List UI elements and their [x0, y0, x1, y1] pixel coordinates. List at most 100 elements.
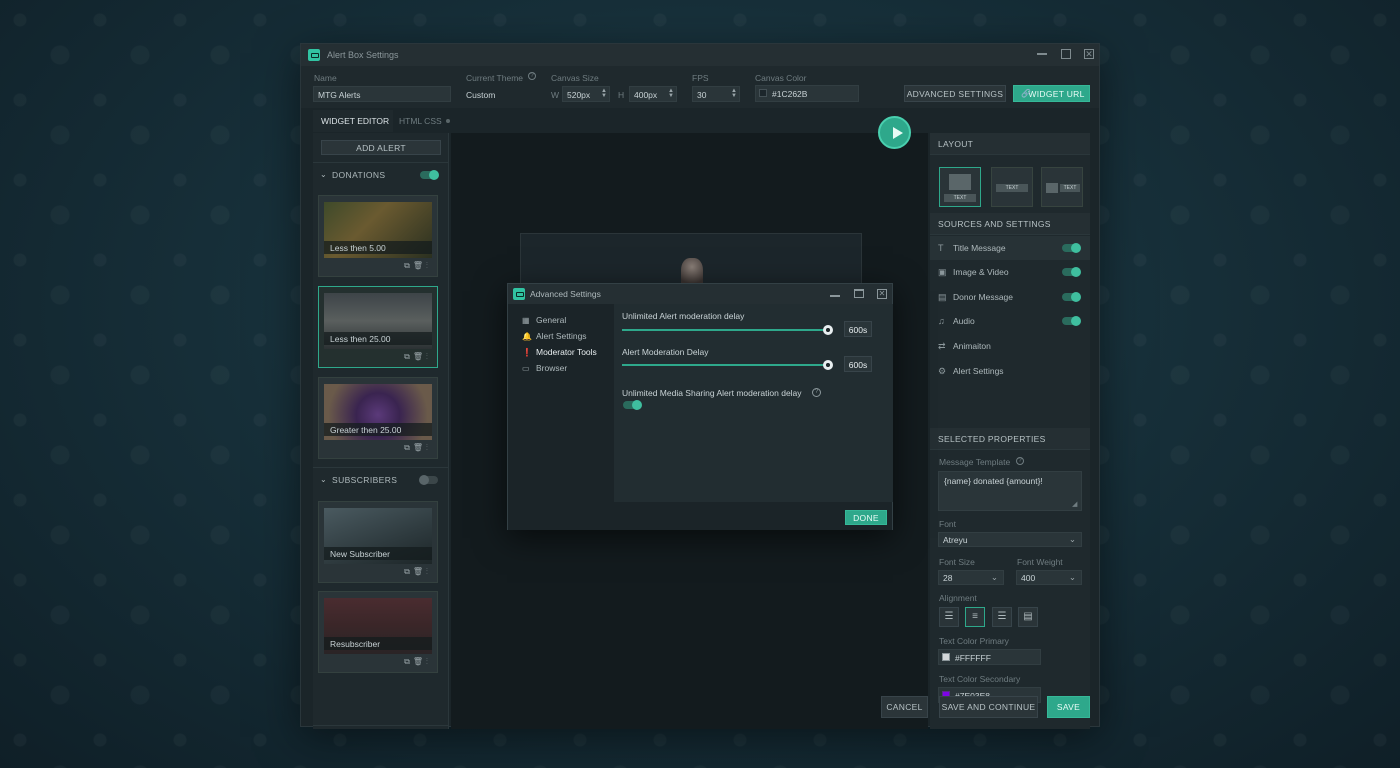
- alert-caption: Resubscriber: [324, 637, 432, 650]
- cancel-button[interactable]: CANCEL: [881, 696, 928, 718]
- play-button[interactable]: [878, 116, 911, 149]
- source-image-video[interactable]: ▣ Image & Video: [930, 260, 1090, 284]
- name-input[interactable]: MTG Alerts: [313, 86, 451, 102]
- widget-url-button[interactable]: 🔗 WIDGET URL: [1013, 85, 1090, 102]
- font-value: Atreyu: [943, 535, 968, 545]
- more-icon[interactable]: ⋮: [426, 352, 431, 361]
- alert-card[interactable]: Less then 5.00 ⧉🗑⋮: [318, 195, 438, 277]
- more-icon[interactable]: ⋮: [426, 261, 431, 270]
- height-stepper-icon[interactable]: ▲ ▼: [668, 88, 674, 99]
- duplicate-icon[interactable]: ⧉: [404, 443, 413, 452]
- setting1-slider-thumb[interactable]: [823, 325, 833, 335]
- nav-alert-settings[interactable]: 🔔 Alert Settings: [522, 331, 587, 341]
- trash-icon[interactable]: 🗑: [413, 352, 426, 361]
- minimize-icon[interactable]: [1037, 53, 1047, 55]
- duplicate-icon[interactable]: ⧉: [404, 261, 413, 270]
- help-icon[interactable]: ?: [812, 388, 821, 397]
- layout-option-text-only[interactable]: TEXT: [991, 167, 1033, 207]
- layout-option-image-top[interactable]: TEXT: [939, 167, 981, 207]
- subscribers-toggle[interactable]: [419, 475, 438, 485]
- fps-stepper-icon[interactable]: ▲ ▼: [731, 88, 737, 99]
- trash-icon[interactable]: 🗑: [413, 443, 426, 452]
- layout-option-image-left[interactable]: TEXT: [1041, 167, 1083, 207]
- align-center-icon[interactable]: ≡: [965, 607, 985, 627]
- setting1-slider-track[interactable]: [622, 329, 829, 331]
- alert-card[interactable]: Greater then 25.00 ⧉🗑⋮: [318, 377, 438, 459]
- source-label: Alert Settings: [953, 366, 1004, 376]
- color-swatch-primary[interactable]: [942, 653, 950, 661]
- trash-icon[interactable]: 🗑: [413, 567, 426, 576]
- source-alert-settings[interactable]: ⚙ Alert Settings: [930, 359, 1090, 383]
- maximize-icon[interactable]: [1061, 49, 1071, 59]
- message-template-textarea[interactable]: {name} donated {amount}!: [938, 471, 1082, 511]
- done-button[interactable]: DONE: [845, 510, 887, 525]
- link-icon: 🔗: [1021, 89, 1032, 98]
- advanced-settings-button[interactable]: ADVANCED SETTINGS: [904, 85, 1006, 102]
- duplicate-icon[interactable]: ⧉: [404, 657, 413, 666]
- font-size-select[interactable]: 28 ⌄: [938, 570, 1004, 585]
- duplicate-icon[interactable]: ⧉: [404, 352, 413, 361]
- source-toggle[interactable]: [1062, 243, 1081, 253]
- tab-widget-editor[interactable]: WIDGET EDITOR: [313, 110, 393, 132]
- alert-card[interactable]: Resubscriber ⧉🗑⋮: [318, 591, 438, 673]
- chevron-down-icon: ⌄: [1068, 572, 1076, 582]
- font-weight-select[interactable]: 400 ⌄: [1016, 570, 1082, 585]
- setting3-toggle[interactable]: [623, 400, 642, 410]
- setting1-value[interactable]: 600s: [844, 321, 872, 337]
- source-toggle[interactable]: [1062, 316, 1081, 326]
- moderator-tools-panel: Unlimited Alert moderation delay 600s Al…: [614, 304, 893, 502]
- nav-label: Browser: [536, 363, 568, 373]
- trash-icon[interactable]: 🗑: [413, 657, 426, 666]
- donations-toggle[interactable]: [420, 170, 439, 180]
- setting2-slider-thumb[interactable]: [823, 360, 833, 370]
- nav-moderator-tools[interactable]: ❗ Moderator Tools: [522, 347, 597, 357]
- source-donor-message[interactable]: ▤ Donor Message: [930, 285, 1090, 309]
- canvas-size-label: Canvas Size: [551, 73, 599, 83]
- setting2-value[interactable]: 600s: [844, 356, 872, 372]
- more-icon[interactable]: ⋮: [426, 657, 431, 666]
- canvas-color-input[interactable]: #1C262B: [755, 85, 859, 102]
- save-and-continue-button[interactable]: SAVE AND CONTINUE: [939, 696, 1038, 718]
- text-color-primary-input[interactable]: #FFFFFF: [938, 649, 1041, 665]
- more-icon[interactable]: ⋮: [426, 567, 431, 576]
- setting2-slider-track[interactable]: [622, 364, 829, 366]
- nav-general[interactable]: ▦ General: [522, 315, 566, 325]
- source-title-message[interactable]: T Title Message: [930, 236, 1090, 260]
- modal-titlebar: Advanced Settings ✕: [508, 284, 892, 304]
- minimize-icon[interactable]: [830, 295, 840, 297]
- help-icon[interactable]: ?: [1016, 457, 1024, 465]
- nav-label: General: [536, 315, 567, 325]
- app-logo-icon: [513, 288, 525, 300]
- align-right-icon[interactable]: ☰: [992, 607, 1012, 627]
- help-icon[interactable]: ?: [528, 72, 536, 80]
- trash-icon[interactable]: 🗑: [413, 261, 426, 270]
- layout-heading: LAYOUT: [930, 133, 1090, 155]
- settings-toprow: Name MTG Alerts Current Theme ? Custom C…: [301, 66, 1099, 108]
- duplicate-icon[interactable]: ⧉: [404, 567, 413, 576]
- nav-browser[interactable]: ▭ Browser: [522, 363, 567, 373]
- source-animation[interactable]: ⇄ Animaiton: [930, 334, 1090, 358]
- alert-card-selected[interactable]: Less then 25.00 ⧉🗑⋮: [318, 286, 438, 368]
- close-icon[interactable]: ✕: [877, 289, 887, 299]
- divider: [313, 467, 449, 468]
- align-left-icon[interactable]: ☰: [939, 607, 959, 627]
- width-stepper-icon[interactable]: ▲ ▼: [601, 88, 607, 99]
- theme-value[interactable]: Custom: [466, 90, 495, 100]
- canvas-color-swatch[interactable]: [759, 89, 767, 97]
- chevron-down-icon[interactable]: ⌄: [320, 170, 327, 179]
- source-toggle[interactable]: [1062, 292, 1081, 302]
- close-icon[interactable]: ✕: [1084, 49, 1094, 59]
- add-alert-button[interactable]: ADD ALERT: [321, 140, 441, 155]
- more-icon[interactable]: ⋮: [426, 443, 431, 452]
- chevron-down-icon[interactable]: ⌄: [320, 475, 327, 484]
- tab-html-css[interactable]: HTML CSS: [399, 110, 459, 132]
- save-button[interactable]: SAVE: [1047, 696, 1090, 718]
- font-select[interactable]: Atreyu ⌄: [938, 532, 1082, 547]
- align-justify-icon[interactable]: ▤: [1018, 607, 1038, 627]
- alert-card[interactable]: New Subscriber ⧉🗑⋮: [318, 501, 438, 583]
- resize-handle-icon[interactable]: ◢: [1072, 500, 1077, 508]
- maximize-icon[interactable]: [854, 289, 864, 298]
- source-audio[interactable]: ♫ Audio: [930, 309, 1090, 333]
- text-color-secondary-label: Text Color Secondary: [939, 674, 1021, 684]
- source-toggle[interactable]: [1062, 267, 1081, 277]
